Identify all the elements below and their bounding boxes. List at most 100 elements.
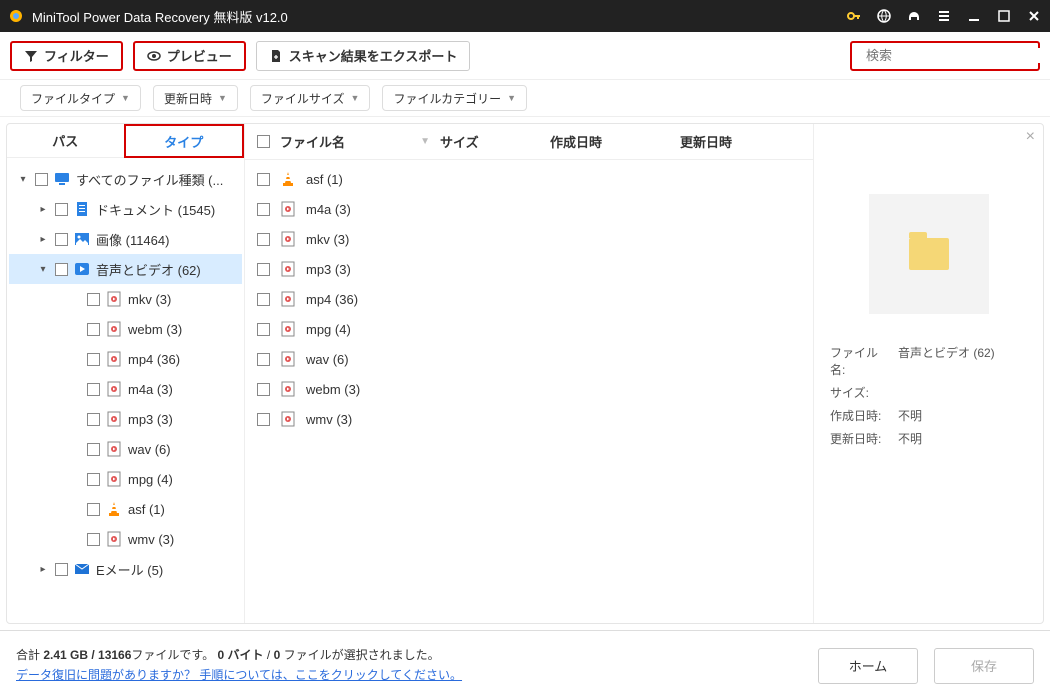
export-icon (269, 49, 283, 63)
select-all-checkbox[interactable] (257, 135, 270, 148)
chevron-right-icon[interactable]: ▸ (37, 204, 49, 215)
tree-label: すべてのファイル種類 (... (76, 170, 223, 189)
document-icon (74, 201, 90, 217)
checkbox[interactable] (257, 233, 270, 246)
list-row[interactable]: asf (1) (257, 164, 801, 194)
checkbox[interactable] (257, 323, 270, 336)
list-row[interactable]: mp4 (36) (257, 284, 801, 314)
tree-leaf-mp3[interactable]: mp3 (3) (9, 404, 242, 434)
checkbox[interactable] (55, 563, 68, 576)
list-row[interactable]: mkv (3) (257, 224, 801, 254)
checkbox[interactable] (87, 413, 100, 426)
tree-leaf-mpg[interactable]: mpg (4) (9, 464, 242, 494)
checkbox[interactable] (87, 383, 100, 396)
preview-button[interactable]: プレビュー (133, 41, 246, 71)
tree-leaf-asf[interactable]: asf (1) (9, 494, 242, 524)
checkbox[interactable] (257, 413, 270, 426)
col-header-name[interactable]: ファイル名▼ (280, 132, 430, 151)
app-title: MiniTool Power Data Recovery 無料版 v12.0 (32, 7, 846, 26)
chevron-down-icon[interactable]: ▾ (37, 264, 49, 275)
checkbox[interactable] (87, 323, 100, 336)
tree-leaf-mp4[interactable]: mp4 (36) (9, 344, 242, 374)
tree-label: 音声とビデオ (62) (96, 260, 201, 279)
checkbox[interactable] (87, 533, 100, 546)
menu-icon[interactable] (936, 8, 952, 24)
export-button[interactable]: スキャン結果をエクスポート (256, 41, 471, 71)
close-details-icon[interactable]: × (1026, 128, 1035, 146)
list-row[interactable]: mpg (4) (257, 314, 801, 344)
row-name: webm (3) (306, 382, 801, 397)
checkbox[interactable] (87, 353, 100, 366)
row-name: mkv (3) (306, 232, 801, 247)
checkbox[interactable] (257, 293, 270, 306)
filter-button[interactable]: フィルター (10, 41, 123, 71)
tree-label: mkv (3) (128, 292, 171, 307)
tree-leaf-wmv[interactable]: wmv (3) (9, 524, 242, 554)
save-button[interactable]: 保存 (934, 648, 1034, 684)
list-row[interactable]: wav (6) (257, 344, 801, 374)
tree-leaf-wav[interactable]: wav (6) (9, 434, 242, 464)
tree-audio-video[interactable]: ▾ 音声とビデオ (62) (9, 254, 242, 284)
eye-icon (147, 49, 161, 63)
filter-label: フィルター (44, 46, 109, 65)
list-row[interactable]: webm (3) (257, 374, 801, 404)
minimize-icon[interactable] (966, 8, 982, 24)
footer-help-link[interactable]: データ復旧に問題がありますか？ 手順については、ここをクリックしてください。 (16, 668, 462, 682)
tree-leaf-webm[interactable]: webm (3) (9, 314, 242, 344)
chevron-down-icon: ▼ (218, 93, 227, 103)
checkbox[interactable] (87, 443, 100, 456)
media-file-icon (280, 261, 296, 277)
media-file-icon (280, 201, 296, 217)
headset-icon[interactable] (906, 8, 922, 24)
chevron-down-icon[interactable]: ▾ (17, 174, 29, 185)
media-file-icon (280, 381, 296, 397)
list-row[interactable]: wmv (3) (257, 404, 801, 434)
close-icon[interactable] (1026, 8, 1042, 24)
home-button[interactable]: ホーム (818, 648, 918, 684)
checkbox[interactable] (257, 263, 270, 276)
filter-file-size[interactable]: ファイルサイズ▼ (250, 85, 371, 111)
filter-file-type[interactable]: ファイルタイプ▼ (20, 85, 141, 111)
media-file-icon (106, 291, 122, 307)
search-box[interactable] (850, 41, 1040, 71)
tree-leaf-m4a[interactable]: m4a (3) (9, 374, 242, 404)
key-icon[interactable] (846, 8, 862, 24)
tree-leaf-mkv[interactable]: mkv (3) (9, 284, 242, 314)
checkbox[interactable] (55, 233, 68, 246)
globe-icon[interactable] (876, 8, 892, 24)
row-name: mp3 (3) (306, 262, 801, 277)
checkbox[interactable] (87, 473, 100, 486)
col-header-modified[interactable]: 更新日時 (680, 132, 780, 151)
checkbox[interactable] (55, 263, 68, 276)
tree-email[interactable]: ▸ Eメール (5) (9, 554, 242, 584)
col-header-created[interactable]: 作成日時 (550, 132, 670, 151)
list-row[interactable]: m4a (3) (257, 194, 801, 224)
tree-documents[interactable]: ▸ ドキュメント (1545) (9, 194, 242, 224)
chevron-right-icon[interactable]: ▸ (37, 234, 49, 245)
vlc-icon (280, 171, 296, 187)
checkbox[interactable] (87, 503, 100, 516)
audio-video-icon (74, 261, 90, 277)
media-file-icon (106, 381, 122, 397)
filter-modified[interactable]: 更新日時▼ (153, 85, 238, 111)
media-file-icon (280, 321, 296, 337)
list-row[interactable]: mp3 (3) (257, 254, 801, 284)
tree-all-file-types[interactable]: ▾ すべてのファイル種類 (... (9, 164, 242, 194)
checkbox[interactable] (87, 293, 100, 306)
filter-category[interactable]: ファイルカテゴリー▼ (382, 85, 527, 111)
checkbox[interactable] (257, 203, 270, 216)
tree-images[interactable]: ▸ 画像 (11464) (9, 224, 242, 254)
checkbox[interactable] (35, 173, 48, 186)
tab-path[interactable]: パス (7, 124, 124, 158)
tree-label: wav (6) (128, 442, 171, 457)
tab-type[interactable]: タイプ (124, 124, 245, 158)
col-header-size[interactable]: サイズ (440, 132, 540, 151)
checkbox[interactable] (257, 173, 270, 186)
search-input[interactable] (866, 48, 1042, 63)
checkbox[interactable] (257, 353, 270, 366)
checkbox[interactable] (257, 383, 270, 396)
maximize-icon[interactable] (996, 8, 1012, 24)
chevron-right-icon[interactable]: ▸ (37, 564, 49, 575)
checkbox[interactable] (55, 203, 68, 216)
sort-desc-icon: ▼ (420, 136, 430, 147)
